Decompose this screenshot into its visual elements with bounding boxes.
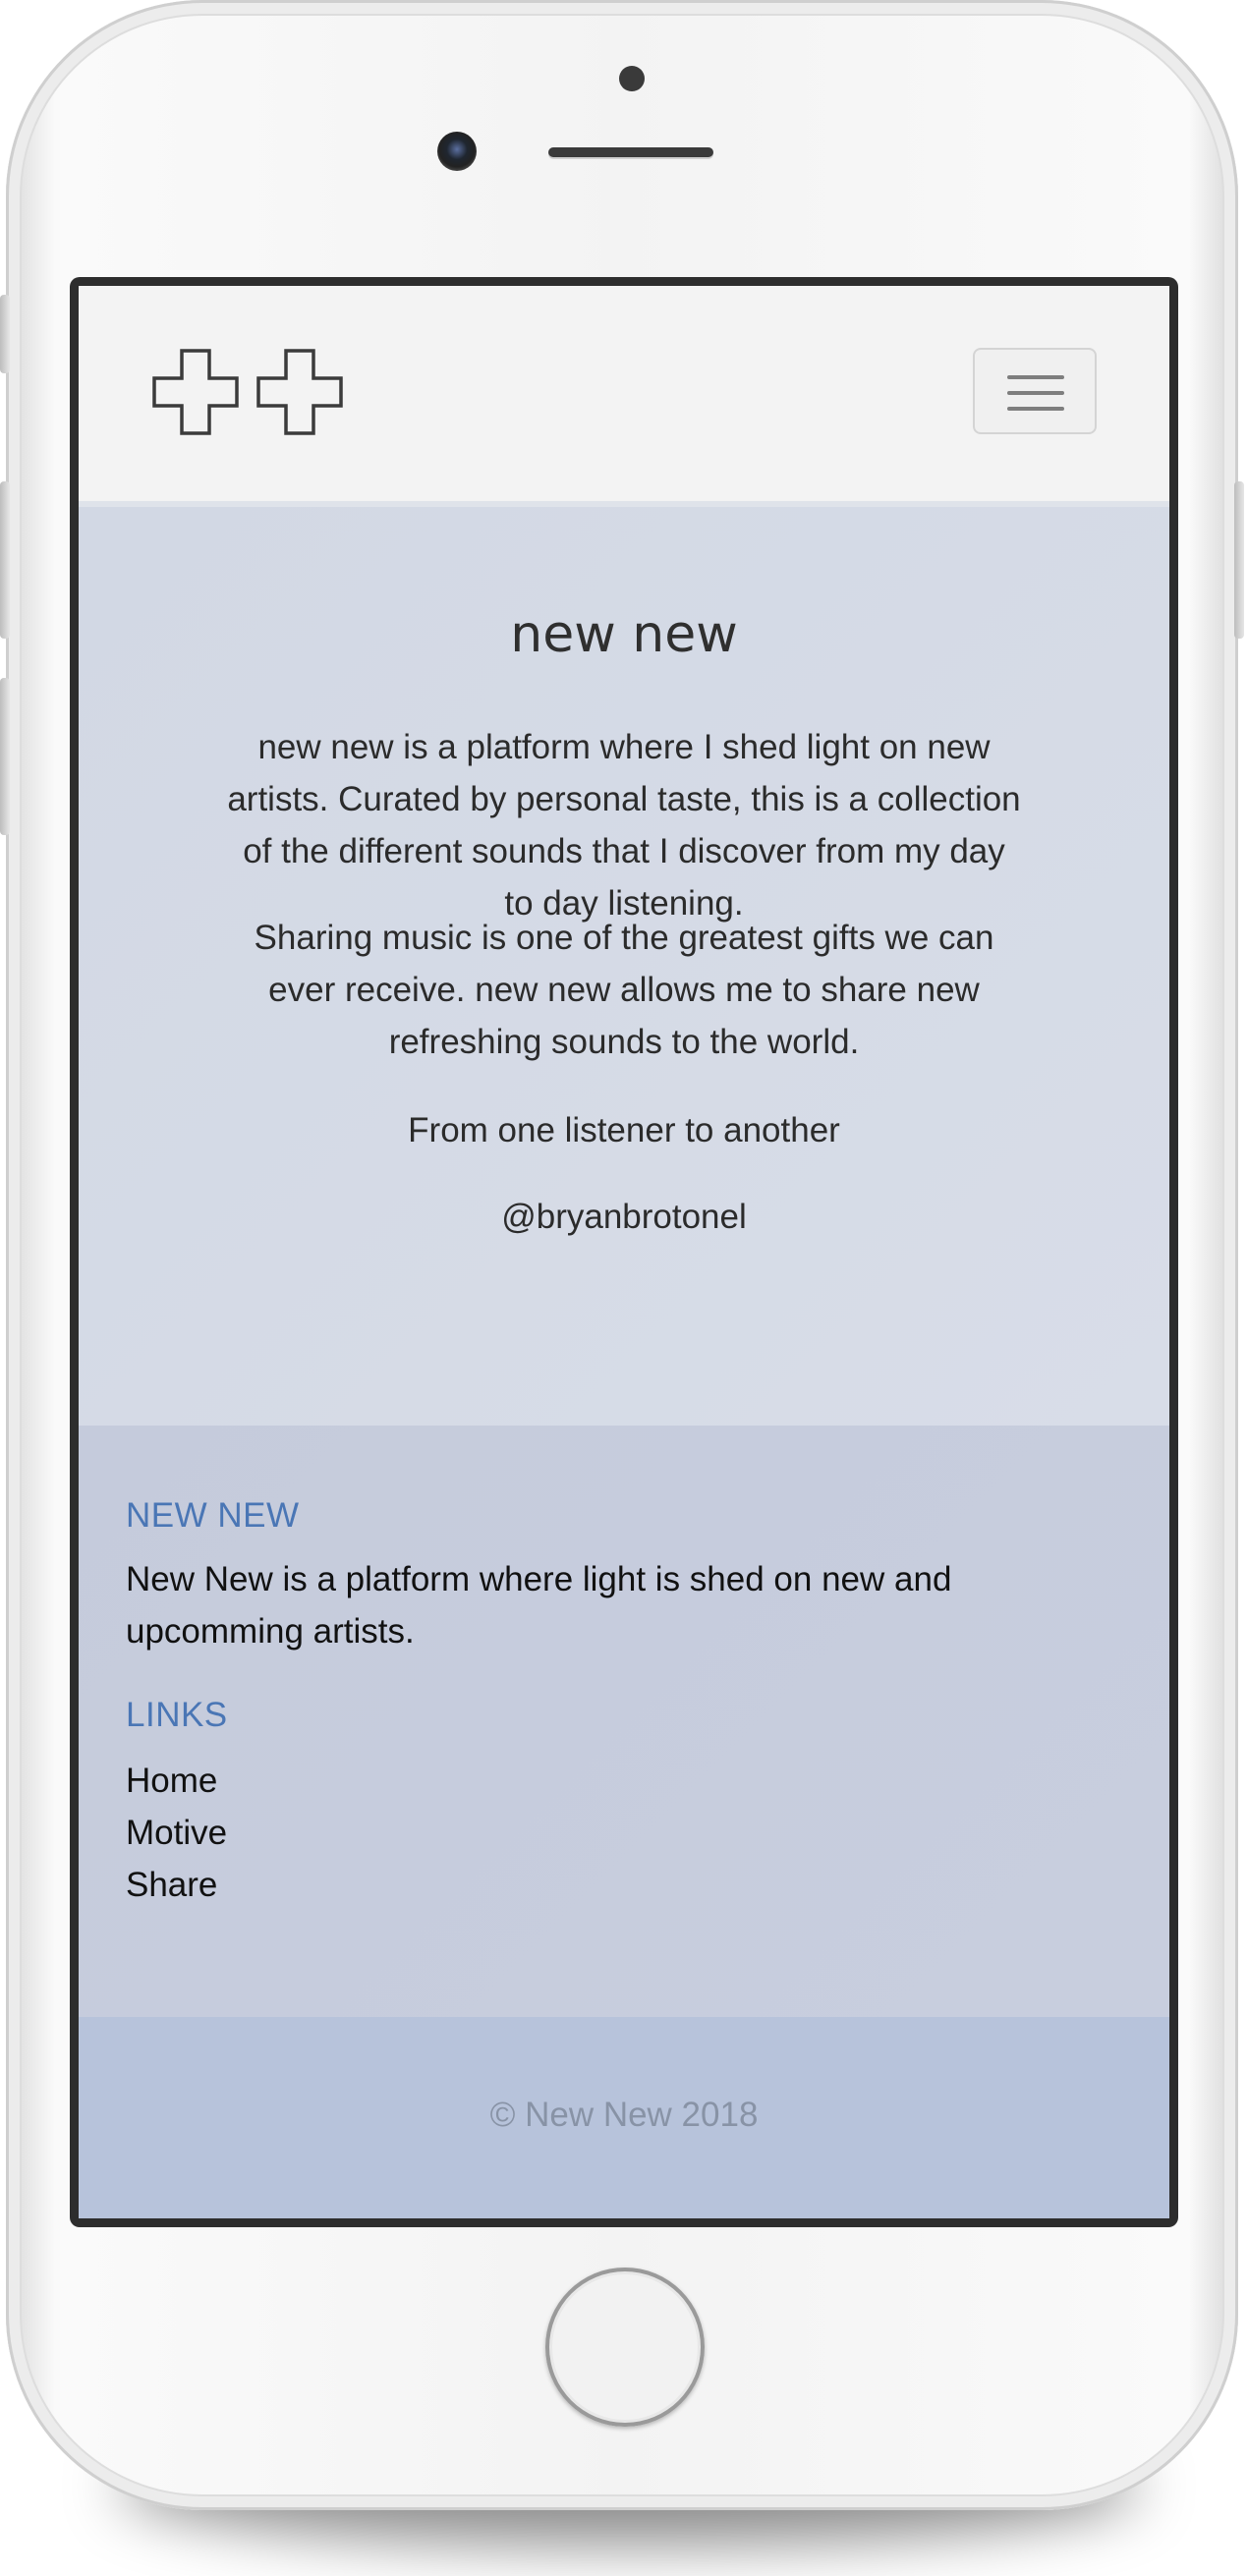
footer-links-list: Home Motive Share [126, 1755, 227, 1911]
social-handle-link[interactable]: @bryanbrotonel [226, 1191, 1022, 1243]
copyright-text: © New New 2018 [489, 2096, 759, 2134]
page-title: new new [510, 605, 738, 664]
home-button[interactable] [545, 2268, 705, 2427]
earpiece-speaker [548, 147, 713, 157]
mute-switch [0, 295, 10, 373]
footer: NEW NEW New New is a platform where ligh… [79, 1426, 1169, 2017]
front-camera [437, 132, 477, 171]
sharing-paragraph: Sharing music is one of the greatest gif… [254, 919, 994, 1061]
tagline: From one listener to another [408, 1111, 840, 1149]
phone-screen: new new new new is a platform where I sh… [70, 277, 1178, 2227]
proximity-sensor [619, 66, 645, 91]
footer-about-heading: NEW NEW [126, 1496, 300, 1535]
footer-link-motive[interactable]: Motive [126, 1807, 227, 1859]
hamburger-menu-button[interactable] [973, 348, 1097, 434]
volume-up-button [0, 481, 10, 639]
power-button [1234, 481, 1244, 639]
footer-about-text: New New is a platform where light is she… [126, 1560, 952, 1651]
copyright-bar: © New New 2018 [79, 2017, 1169, 2218]
navbar [79, 286, 1169, 507]
intro-paragraph: new new is a platform where I shed light… [227, 728, 1021, 923]
footer-link-share[interactable]: Share [126, 1859, 227, 1911]
double-plus-logo-icon[interactable] [152, 348, 349, 438]
hero-section: new new new new is a platform where I sh… [79, 507, 1169, 1426]
footer-link-home[interactable]: Home [126, 1755, 227, 1807]
browser-viewport: new new new new is a platform where I sh… [79, 286, 1169, 2218]
footer-links-heading: LINKS [126, 1696, 228, 1734]
volume-down-button [0, 678, 10, 835]
